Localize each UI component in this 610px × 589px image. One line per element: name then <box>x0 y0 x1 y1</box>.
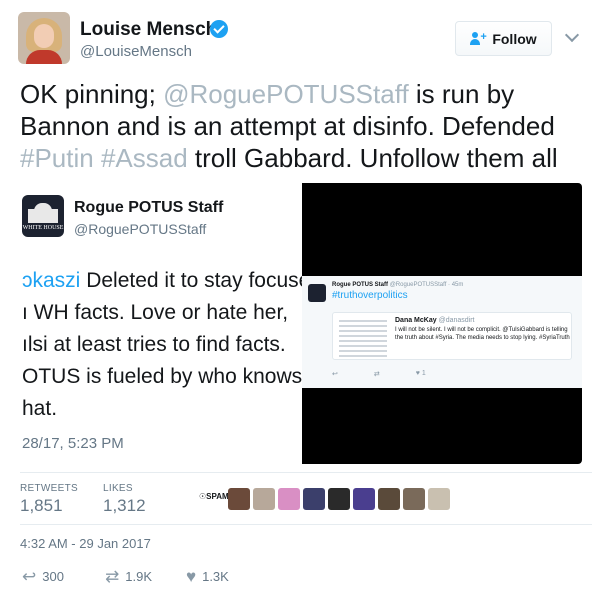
follow-button-label: Follow <box>492 30 537 47</box>
embedded-timestamp: 28/17, 5:23 PM <box>22 435 124 452</box>
liker-avatar[interactable] <box>428 488 450 510</box>
inner-like-icon: ♥ 1 <box>415 370 426 377</box>
embedded-line-text: OTUS is fueled by who knows <box>22 365 302 388</box>
tweet-text-segment: OK pinning; <box>20 79 164 109</box>
embedded-author-name: Rogue POTUS Staff <box>74 199 224 216</box>
embedded-text-line: ı WH facts. Love or hate her, <box>22 297 302 329</box>
like-count: 1.3K <box>202 569 229 584</box>
embedded-text-line: hat. <box>22 393 302 425</box>
liker-avatar[interactable] <box>253 488 275 510</box>
retweet-count: 1.9K <box>125 569 152 584</box>
embedded-text-line: ɔkaszi Deleted it to stay focuse <box>22 265 302 297</box>
embedded-line-text: ılsi at least tries to find facts. <box>22 333 286 356</box>
retweets-label[interactable]: RETWEETS <box>20 483 78 494</box>
embedded-author-handle: @RoguePOTUSStaff <box>74 221 207 237</box>
liker-avatar[interactable] <box>328 488 350 510</box>
quoted-author: Dana McKay @danasdirt <box>395 317 475 324</box>
embedded-line-text: Deleted it to stay focuse <box>80 269 302 292</box>
tweet-text-segment <box>94 143 101 173</box>
author-handle[interactable]: @LouiseMensch <box>80 43 192 60</box>
liker-avatar[interactable] <box>403 488 425 510</box>
liker-avatar[interactable] <box>278 488 300 510</box>
inner-retweet-icon: ⇄ <box>373 371 380 378</box>
chevron-down-icon[interactable] <box>564 27 580 43</box>
tweet-media-image[interactable]: WHITE HOUSE Rogue POTUS Staff @RoguePOTU… <box>0 183 582 464</box>
embedded-line-text: ı WH facts. Love or hate her, <box>22 301 289 324</box>
embedded-tweet-screenshot: WHITE HOUSE Rogue POTUS Staff @RoguePOTU… <box>0 183 302 464</box>
reply-button[interactable]: ↩ 300 <box>22 568 64 585</box>
inner-avatar-icon <box>308 284 326 302</box>
white-house-logo-icon: WHITE HOUSE <box>22 195 64 237</box>
retweets-count[interactable]: 1,851 <box>20 496 63 516</box>
avatar[interactable] <box>18 12 70 64</box>
inner-hashtag: #truthoverpolitics <box>332 290 408 301</box>
follow-button[interactable]: + Follow <box>455 21 552 56</box>
like-button[interactable]: ♥ 1.3K <box>186 568 229 585</box>
heart-icon: ♥ <box>186 567 197 586</box>
author-name[interactable]: Louise Mensch <box>80 19 217 41</box>
reply-count: 300 <box>42 569 64 584</box>
logo-caption: WHITE HOUSE <box>22 225 64 231</box>
tweet-link[interactable]: #Assad <box>101 143 188 173</box>
tweet-link[interactable]: @RoguePOTUSStaff <box>163 79 409 109</box>
likes-count[interactable]: 1,312 <box>103 496 146 516</box>
retweet-button[interactable]: ⇄ 1.9K <box>105 568 152 585</box>
retweet-icon: ⇄ <box>105 567 120 586</box>
spam-label: ☉SPAM <box>199 492 229 501</box>
embedded-tweet-text: ɔkaszi Deleted it to stay focuse ı WH fac… <box>22 265 302 425</box>
quoted-thumbnail <box>337 317 389 357</box>
tweet-text: OK pinning; @RoguePOTUSStaff is run by B… <box>20 78 595 174</box>
tweet-link[interactable]: #Putin <box>20 143 94 173</box>
inner-tweet-header: Rogue POTUS Staff @RoguePOTUSStaff · 45m <box>332 282 464 288</box>
quoted-text: I will not be silent. I will not be comp… <box>395 327 570 341</box>
liker-avatar[interactable] <box>228 488 250 510</box>
liker-avatar[interactable] <box>378 488 400 510</box>
embedded-mention: ɔkaszi <box>22 269 81 292</box>
verified-badge-icon <box>210 20 228 38</box>
quoted-tweet: Dana McKay @danasdirt I will not be sile… <box>332 312 572 360</box>
divider <box>20 524 592 525</box>
likes-label[interactable]: LIKES <box>103 483 133 494</box>
avatar-dress <box>26 50 62 64</box>
inner-tweet: Rogue POTUS Staff @RoguePOTUSStaff · 45m… <box>302 276 582 388</box>
black-panel: Rogue POTUS Staff @RoguePOTUSStaff · 45m… <box>302 183 582 464</box>
tweet-text-segment: troll Gabbard. Unfollow them all <box>187 143 558 173</box>
liker-avatar[interactable] <box>353 488 375 510</box>
reply-icon: ↩ <box>22 567 37 586</box>
inner-reply-icon: ↩ <box>332 371 338 378</box>
embedded-line-text: hat. <box>22 397 58 420</box>
tweet-timestamp[interactable]: 4:32 AM - 29 Jan 2017 <box>20 536 151 551</box>
follow-user-icon: + <box>470 31 487 46</box>
avatar-face <box>34 24 54 48</box>
embedded-text-line: ılsi at least tries to find facts. <box>22 329 302 361</box>
divider <box>20 472 592 473</box>
inner-actions: ↩ ⇄ ♥ 1 <box>332 370 426 378</box>
liker-avatar[interactable] <box>303 488 325 510</box>
embedded-text-line: OTUS is fueled by who knows <box>22 361 302 393</box>
